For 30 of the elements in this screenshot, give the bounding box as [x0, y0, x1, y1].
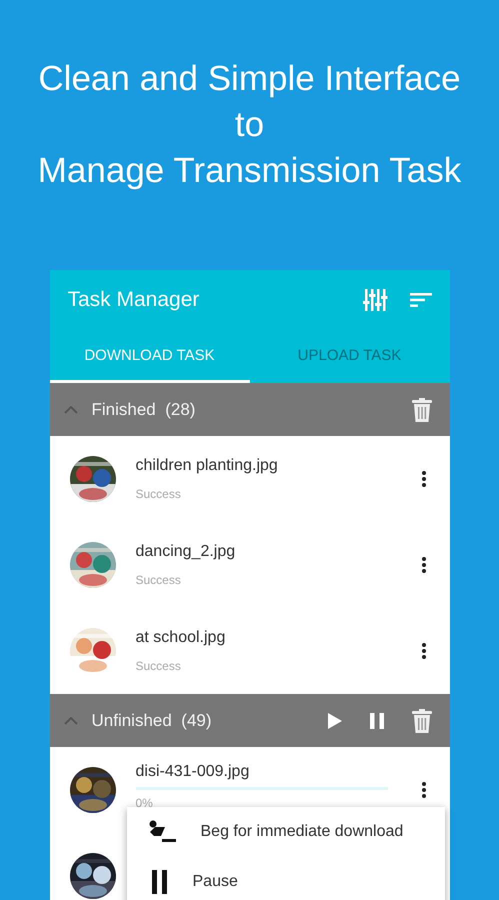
section-header[interactable]: Unfinished (49) [50, 694, 450, 747]
file-name: dancing_2.jpg [136, 543, 236, 561]
file-name: children planting.jpg [136, 457, 279, 475]
menu-item[interactable]: Beg for immediate download [126, 807, 444, 857]
more-icon[interactable] [422, 782, 426, 798]
status-text: Success [136, 573, 182, 587]
more-icon[interactable] [422, 557, 426, 573]
delete-icon[interactable] [412, 708, 432, 732]
more-icon[interactable] [422, 471, 426, 487]
tab[interactable]: UPLOAD TASK [250, 330, 450, 383]
section-title: Finished (28) [92, 400, 196, 420]
menu-item[interactable]: Pause [126, 857, 444, 900]
headline: to [234, 104, 264, 146]
equalizer-icon[interactable] [362, 287, 388, 313]
pause-icon[interactable] [370, 712, 384, 728]
headline: Clean and Simple Interface [38, 58, 461, 100]
status-text: Success [136, 659, 182, 673]
kneeling-person-icon [148, 820, 176, 844]
file-name: at school.jpg [136, 629, 226, 647]
more-icon[interactable] [422, 643, 426, 659]
sort-icon[interactable] [410, 293, 432, 307]
headline: Manage Transmission Task [38, 150, 462, 192]
delete-icon[interactable] [412, 398, 432, 422]
progress-text: 0% [136, 796, 154, 810]
file-name: disi-431-009.jpg [136, 762, 250, 780]
app-title: Task Manager [68, 288, 200, 312]
section-title: Unfinished (49) [92, 710, 213, 730]
play-icon[interactable] [328, 712, 342, 728]
status-text: Success [136, 487, 182, 501]
section-header[interactable]: Finished (28) [50, 383, 450, 436]
